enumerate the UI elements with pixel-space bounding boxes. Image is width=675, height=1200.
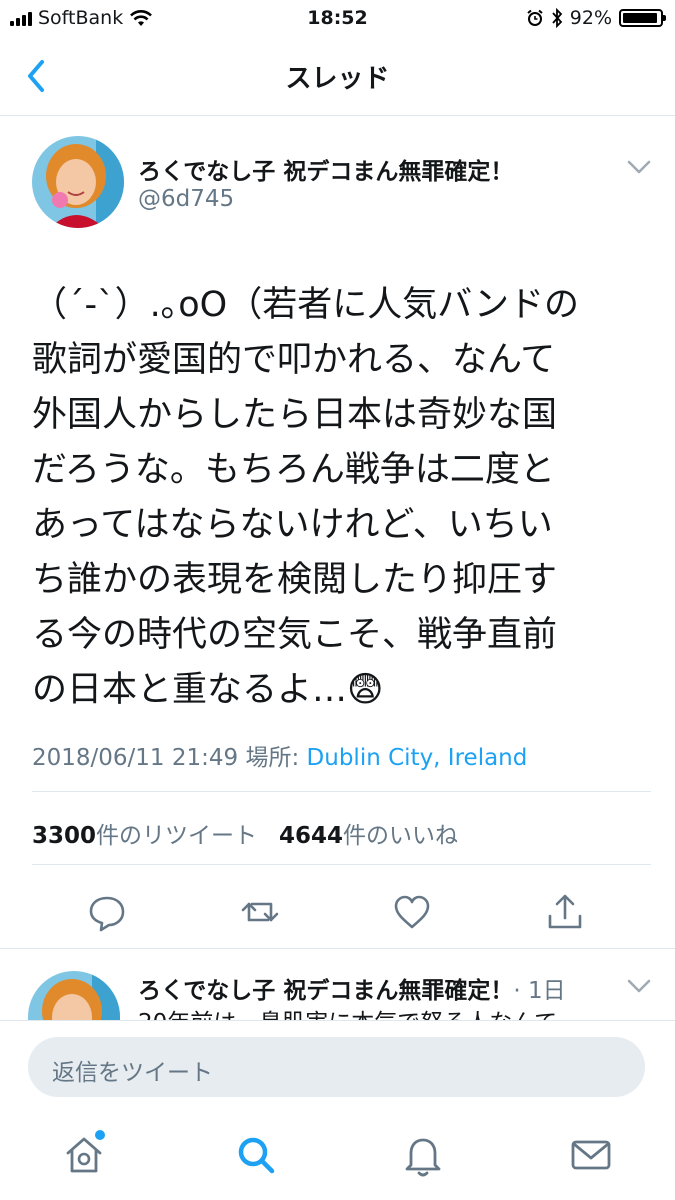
reply-text: 20年前は、鳥肌実に本気で怒る人なんて	[138, 1003, 557, 1021]
status-bar: SoftBank 18:52 92%	[0, 0, 675, 38]
author-name[interactable]: ろくでなし子 祝デコまん無罪確定！	[138, 152, 513, 186]
bluetooth-icon	[552, 8, 563, 28]
reply-author-line: ろくでなし子 祝デコまん無罪確定！· 1日	[138, 971, 566, 1005]
notifications-icon[interactable]	[399, 1131, 447, 1179]
like-label[interactable]: 件のいいね	[343, 823, 458, 849]
nav-bar: スレッド	[0, 38, 675, 116]
page-title: スレッド	[285, 64, 390, 94]
divider	[32, 864, 651, 865]
reply-time: · 1日	[513, 978, 566, 1004]
tweet-text: （´-`）.｡oO（若者に人気バンドの 歌詞が愛国的で叩かれる、なんて 外国人か…	[32, 285, 579, 710]
avatar[interactable]	[32, 136, 124, 228]
notification-dot	[95, 1130, 105, 1140]
avatar[interactable]	[28, 971, 120, 1021]
tweet-date: 2018/06/11 21:49	[32, 745, 239, 771]
messages-icon[interactable]	[567, 1131, 615, 1179]
reply-author-name[interactable]: ろくでなし子 祝デコまん無罪確定！	[138, 978, 513, 1004]
status-right: 92%	[526, 7, 666, 29]
author-handle[interactable]: @6d745	[138, 186, 234, 212]
alarm-icon	[527, 9, 543, 26]
chevron-down-icon[interactable]	[627, 979, 651, 993]
tweet-actions	[0, 884, 675, 940]
like-count[interactable]: 4644	[279, 823, 343, 849]
reply-icon[interactable]	[87, 892, 127, 932]
share-icon[interactable]	[545, 892, 585, 932]
reply-placeholder: 返信をツイート	[52, 1060, 213, 1086]
location-link[interactable]: Dublin City, Ireland	[307, 745, 528, 771]
search-icon[interactable]	[232, 1131, 280, 1179]
retweet-icon[interactable]	[240, 892, 280, 932]
chevron-down-icon[interactable]	[627, 160, 651, 174]
divider	[32, 791, 651, 792]
battery-percent: 92%	[569, 7, 612, 29]
tweet-meta: 2018/06/11 21:49 場所: Dublin City, Irelan…	[32, 738, 527, 772]
location-label: 場所:	[245, 745, 300, 771]
battery-icon	[619, 9, 666, 27]
retweet-count[interactable]: 3300	[32, 823, 96, 849]
tweet-stats: 3300件のリツイート 4644件のいいね	[32, 816, 458, 850]
retweet-label[interactable]: 件のリツイート	[96, 823, 257, 849]
tab-bar	[0, 1115, 675, 1200]
reply-input[interactable]: 返信をツイート	[28, 1037, 645, 1097]
reply-tweet[interactable]: ろくでなし子 祝デコまん無罪確定！· 1日 20年前は、鳥肌実に本気で怒る人なん…	[0, 948, 675, 1021]
like-icon[interactable]	[392, 892, 432, 932]
reply-composer-bar: 返信をツイート	[0, 1020, 675, 1116]
